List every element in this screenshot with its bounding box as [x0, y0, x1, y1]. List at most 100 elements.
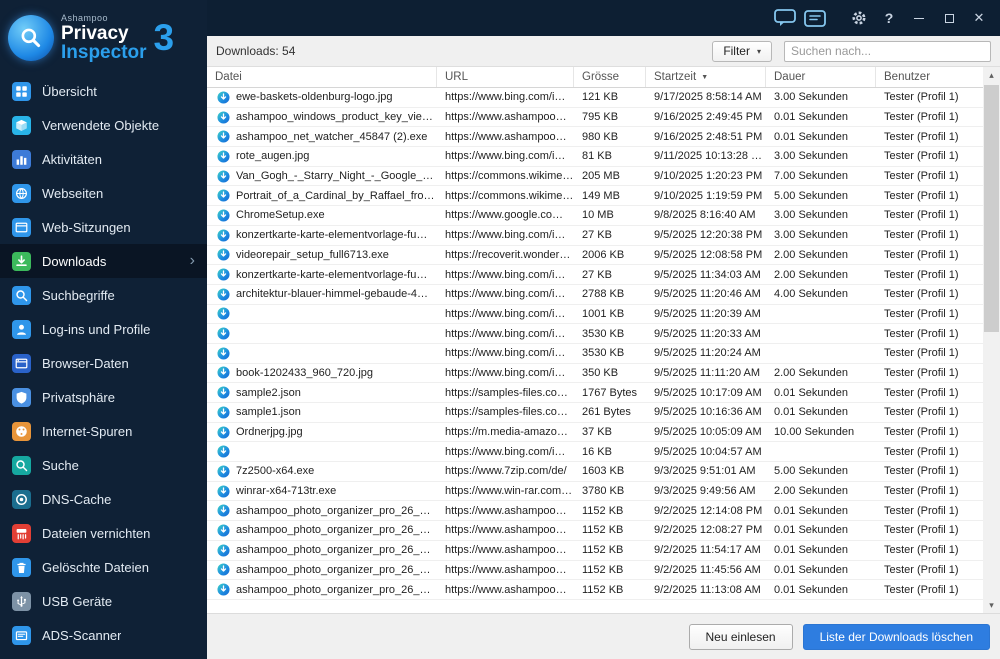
table-row[interactable]: https://www.bing.com/i… 16 KB 9/5/2025 10:…	[207, 442, 983, 463]
cell-benutzer: Tester (Profil 1)	[884, 150, 959, 163]
table-row[interactable]: 7z2500-x64.exe https://www.7zip.com/de/16…	[207, 462, 983, 482]
maximize-icon	[944, 13, 954, 23]
sidebar-item-aktivitaeten[interactable]: Aktivitäten	[0, 142, 207, 176]
cell-dauer: 3.00 Sekunden	[774, 150, 849, 163]
cell-groesse: 37 KB	[582, 426, 612, 439]
cell-dauer: 0.01 Sekunden	[774, 504, 849, 517]
cell-datei: ashampoo_photo_organizer_pro_26_…	[207, 541, 437, 560]
cube-icon	[12, 115, 31, 135]
cell-groesse: 1152 KB	[582, 544, 624, 557]
table-row[interactable]: ashampoo_windows_product_key_vie… https:/…	[207, 107, 983, 128]
cell-groesse: 1152 KB	[582, 504, 624, 517]
table-row[interactable]: https://www.bing.com/i… 3530 KB 9/5/2025 1…	[207, 343, 983, 364]
sidebar-item-label: Internet-Spuren	[42, 423, 133, 439]
search-input[interactable]	[784, 40, 991, 62]
cell-url: https://www.ashampoo…	[445, 130, 567, 143]
table-row[interactable]: ashampoo_photo_organizer_pro_26_… https:/…	[207, 580, 983, 600]
table-row[interactable]: Ordnerjpg.jpg https://m.media-amazo… 37 KB…	[207, 422, 983, 443]
scroll-down-icon[interactable]: ▾	[983, 597, 1000, 613]
table-row[interactable]: Portrait_of_a_Cardinal_by_Raffael_fro… ht…	[207, 186, 983, 207]
sidebar-item-privatsphaere[interactable]: Privatsphäre	[0, 380, 207, 414]
cell-datei: ashampoo_photo_organizer_pro_26_…	[207, 501, 437, 520]
table-row[interactable]: rote_augen.jpg https://www.bing.com/i… 81 …	[207, 147, 983, 167]
cell-dauer: 0.01 Sekunden	[774, 583, 849, 596]
table-row[interactable]: ashampoo_photo_organizer_pro_26_… https:/…	[207, 560, 983, 581]
close-button[interactable]: ✕	[964, 0, 994, 36]
cell-url: https://www.ashampoo…	[445, 524, 567, 537]
table-row[interactable]: ashampoo_net_watcher_45847 (2).exe https:…	[207, 127, 983, 148]
sidebar-item-label: Aktivitäten	[42, 151, 102, 167]
cell-dauer: 0.01 Sekunden	[774, 544, 849, 557]
download-icon	[12, 251, 31, 271]
column-header-0[interactable]: Datei	[207, 67, 437, 87]
table-row[interactable]: ewe-baskets-oldenburg-logo.jpg https://ww…	[207, 88, 983, 108]
sidebar-item-verwendete-objekte[interactable]: Verwendete Objekte	[0, 108, 207, 142]
table-row[interactable]: Van_Gogh_-_Starry_Night_-_Google_A… https…	[207, 166, 983, 187]
table-row[interactable]: https://www.bing.com/i… 1001 KB 9/5/2025 1…	[207, 304, 983, 325]
help-button[interactable]: ?	[874, 0, 904, 36]
cell-url: https://www.ashampoo…	[445, 563, 567, 576]
download-file-icon	[217, 268, 230, 281]
sidebar-item-suchbegriffe[interactable]: Suchbegriffe	[0, 278, 207, 312]
feedback-icon[interactable]	[770, 0, 800, 36]
table-row[interactable]: https://www.bing.com/i… 3530 KB 9/5/2025 1…	[207, 324, 983, 344]
minimize-button[interactable]	[904, 0, 934, 36]
sidebar-item-ads-scanner[interactable]: ADS-Scanner	[0, 618, 207, 652]
scroll-up-icon[interactable]: ▴	[983, 67, 1000, 83]
note-icon[interactable]	[800, 0, 830, 36]
sidebar-item-downloads[interactable]: Downloads ›	[0, 244, 207, 278]
reload-button[interactable]: Neu einlesen	[688, 623, 793, 650]
table-row[interactable]: ashampoo_photo_organizer_pro_26_… https:/…	[207, 540, 983, 561]
sidebar-item-usb-geraete[interactable]: USB Geräte	[0, 584, 207, 618]
table-row[interactable]: sample2.json https://samples-files.co… 176…	[207, 383, 983, 403]
table-row[interactable]: ChromeSetup.exe https://www.google.co… 10 …	[207, 206, 983, 226]
scrollbar-thumb[interactable]	[984, 85, 999, 332]
cell-dauer	[766, 344, 876, 363]
cell-benutzer: Tester (Profil 1)	[884, 406, 959, 419]
cell-startzeit: 9/17/2025 8:58:14 AM	[654, 91, 762, 104]
cell-dauer: 10.00 Sekunden	[774, 426, 855, 439]
dashboard-icon	[12, 81, 31, 101]
column-header-3[interactable]: Startzeit ▼	[646, 67, 766, 87]
cell-datei: winrar-x64-713tr.exe	[207, 482, 437, 501]
cell-dauer: 2.00 Sekunden	[774, 248, 849, 261]
table-row[interactable]: konzertkarte-karte-elementvorlage-fu… htt…	[207, 265, 983, 285]
table-row[interactable]: ashampoo_photo_organizer_pro_26_… https:/…	[207, 501, 983, 522]
table-row[interactable]: book-1202433_960_720.jpg https://www.bing…	[207, 363, 983, 384]
sidebar-item-internet-spuren[interactable]: Internet-Spuren	[0, 414, 207, 448]
gear-icon[interactable]	[844, 0, 874, 36]
titlebar-controls: ? ✕	[770, 0, 1000, 36]
sidebar-item-web-sitzungen[interactable]: Web-Sitzungen	[0, 210, 207, 244]
sidebar-item-suche[interactable]: Suche	[0, 448, 207, 482]
cell-datei: videorepair_setup_full6713.exe	[207, 246, 437, 265]
main-content: Downloads: 54 Filter ▾ DateiURLGrösseSta…	[207, 36, 1000, 659]
cell-groesse: 350 KB	[582, 366, 619, 379]
sidebar-item-logins-und-profile[interactable]: Log-ins und Profile	[0, 312, 207, 346]
table-row[interactable]: videorepair_setup_full6713.exe https://re…	[207, 245, 983, 266]
column-header-1[interactable]: URL	[437, 67, 574, 87]
column-header-4[interactable]: Dauer	[766, 67, 876, 87]
cell-datei	[207, 442, 437, 461]
table-row[interactable]: ashampoo_photo_organizer_pro_26_… https:/…	[207, 521, 983, 541]
vertical-scrollbar[interactable]: ▴ ▾	[983, 67, 1000, 613]
maximize-button[interactable]	[934, 0, 964, 36]
clear-downloads-button[interactable]: Liste der Downloads löschen	[802, 623, 990, 650]
sidebar-item-webseiten[interactable]: Webseiten	[0, 176, 207, 210]
column-header-2[interactable]: Grösse	[574, 67, 646, 87]
sidebar-item-geloeschte-dateien[interactable]: Gelöschte Dateien	[0, 550, 207, 584]
cell-startzeit: 9/16/2025 2:49:45 PM	[654, 111, 763, 124]
table-row[interactable]: architektur-blauer-himmel-gebaude-4… http…	[207, 284, 983, 305]
download-file-icon	[217, 504, 230, 517]
table-row[interactable]: winrar-x64-713tr.exe https://www.win-rar.…	[207, 481, 983, 502]
cell-benutzer: Tester (Profil 1)	[884, 111, 959, 124]
sidebar-item-browser-daten[interactable]: Browser-Daten	[0, 346, 207, 380]
table-row[interactable]: sample1.json https://samples-files.co… 261…	[207, 403, 983, 423]
sidebar-item-dateien-vernichten[interactable]: Dateien vernichten	[0, 516, 207, 550]
cell-dauer: 5.00 Sekunden	[774, 465, 849, 478]
sidebar-item-uebersicht[interactable]: Übersicht	[0, 74, 207, 108]
column-header-5[interactable]: Benutzer	[876, 67, 983, 87]
cell-datei: 7z2500-x64.exe	[207, 462, 437, 481]
table-row[interactable]: konzertkarte-karte-elementvorlage-fu… htt…	[207, 225, 983, 246]
filter-button[interactable]: Filter ▾	[712, 40, 772, 62]
sidebar-item-dns-cache[interactable]: DNS-Cache	[0, 482, 207, 516]
